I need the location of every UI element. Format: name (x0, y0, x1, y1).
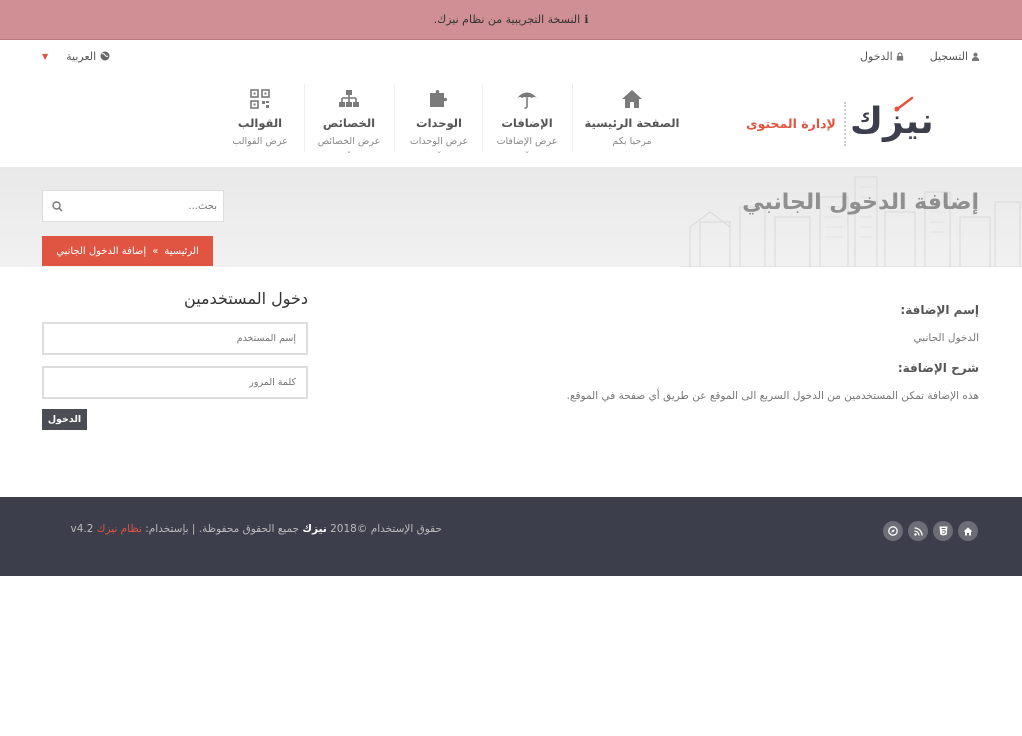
nav-properties-sub: عرض الخصائص (317, 136, 381, 147)
home-icon (963, 527, 973, 535)
nav-home-sub: مرحبا بكم (612, 136, 652, 147)
user-icon (971, 52, 980, 61)
breadcrumb-separator: » (152, 245, 159, 257)
footer-compass-button[interactable] (883, 521, 903, 541)
copyright-brand: نيزك (302, 523, 327, 535)
qrcode-icon (250, 89, 270, 109)
copyright-prefix: حقوق الإستخدام ©2018 (330, 523, 442, 535)
umbrella-icon (517, 92, 537, 109)
username-input[interactable] (44, 324, 306, 353)
plugin-name-value: الدخول الجانبي (913, 332, 979, 344)
footer-html5-button[interactable] (933, 521, 953, 541)
account-links: التسجيل الدخول (860, 48, 980, 64)
meteor-icon (894, 96, 914, 112)
nav-home[interactable]: الصفحة الرئيسية مرحبا بكم (578, 80, 686, 155)
site-logo[interactable]: نيزك لإدارة المحتوى (746, 96, 956, 152)
caret-down-icon: ▼ (42, 51, 49, 61)
sitemap-icon (339, 90, 359, 107)
login-button[interactable]: الدخول (42, 409, 87, 430)
language-label: العربية (66, 49, 97, 63)
breadcrumb: الرئيسية » إضافة الدخول الجانبي (42, 236, 213, 266)
breadcrumb-home[interactable]: الرئيسية (164, 246, 198, 257)
home-icon (622, 90, 642, 108)
plugin-desc-value: هذه الإضافة تمكن المستخدمين من الدخول ال… (566, 390, 979, 402)
logo-wordmark: نيزك (850, 101, 934, 142)
nav-plugins-sub: عرض الإضافات (496, 136, 558, 147)
system-link[interactable]: نظام نيزك (97, 523, 142, 535)
plugin-name-label: إسم الإضافة: (900, 303, 979, 317)
nav-templates-sub: عرض القوالب (232, 136, 288, 147)
trial-banner-text: النسخة التجريبية من نظام نيزك. (433, 13, 581, 26)
nav-properties[interactable]: الخصائص عرض الخصائص ⌄ (306, 80, 392, 155)
nav-home-title: الصفحة الرئيسية (584, 116, 680, 130)
search-box (42, 190, 224, 222)
username-field (42, 322, 308, 355)
password-input[interactable] (44, 368, 306, 397)
html5-icon (939, 526, 947, 536)
page-title: إضافة الدخول الجانبي (742, 190, 979, 215)
login-link[interactable]: الدخول (860, 50, 904, 63)
nav-modules-title: الوحدات (416, 116, 462, 130)
nav-plugins[interactable]: الإضافات عرض الإضافات ⌄ (484, 80, 570, 155)
footer (0, 497, 1022, 576)
city-skyline-illustration (680, 176, 1022, 267)
puzzle-icon (430, 90, 447, 107)
search-icon[interactable] (52, 201, 63, 212)
footer-copyright: حقوق الإستخدام ©2018 نيزك جميع الحقوق مح… (42, 523, 442, 535)
chevron-down-icon: ⌄ (346, 147, 352, 155)
nav-plugins-title: الإضافات (501, 116, 553, 130)
globe-icon (100, 51, 110, 61)
nav-templates-title: القوالب (237, 116, 283, 130)
footer-rss-button[interactable] (908, 521, 928, 541)
chevron-down-icon: ⌄ (524, 147, 530, 155)
login-form-title: دخول المستخدمين (184, 289, 308, 308)
logo-tagline: لإدارة المحتوى (746, 116, 836, 131)
rss-icon (913, 526, 923, 536)
search-input[interactable] (67, 191, 217, 221)
nav-properties-title: الخصائص (322, 116, 376, 130)
nav-modules-sub: عرض الوحدات (409, 136, 469, 147)
password-field (42, 366, 308, 399)
info-icon: ℹ (584, 13, 589, 26)
breadcrumb-current: إضافة الدخول الجانبي (56, 245, 147, 257)
nav-modules[interactable]: الوحدات عرض الوحدات ⌄ (396, 80, 482, 155)
lock-icon (896, 51, 903, 61)
language-selector[interactable]: العربية ▼ (42, 48, 110, 64)
register-link[interactable]: التسجيل (930, 50, 980, 63)
compass-icon (888, 526, 898, 536)
copyright-suffix: جميع الحقوق محفوظة. | بإستخدام: (145, 523, 300, 535)
footer-home-button[interactable] (958, 521, 978, 541)
version-label: v4.2 (70, 523, 94, 535)
plugin-desc-label: شرح الإضافة: (897, 361, 979, 375)
chevron-down-icon: ⌄ (436, 147, 442, 155)
nav-templates[interactable]: القوالب عرض القوالب (222, 80, 298, 155)
trial-banner: ℹ النسخة التجريبية من نظام نيزك. (0, 0, 1022, 40)
